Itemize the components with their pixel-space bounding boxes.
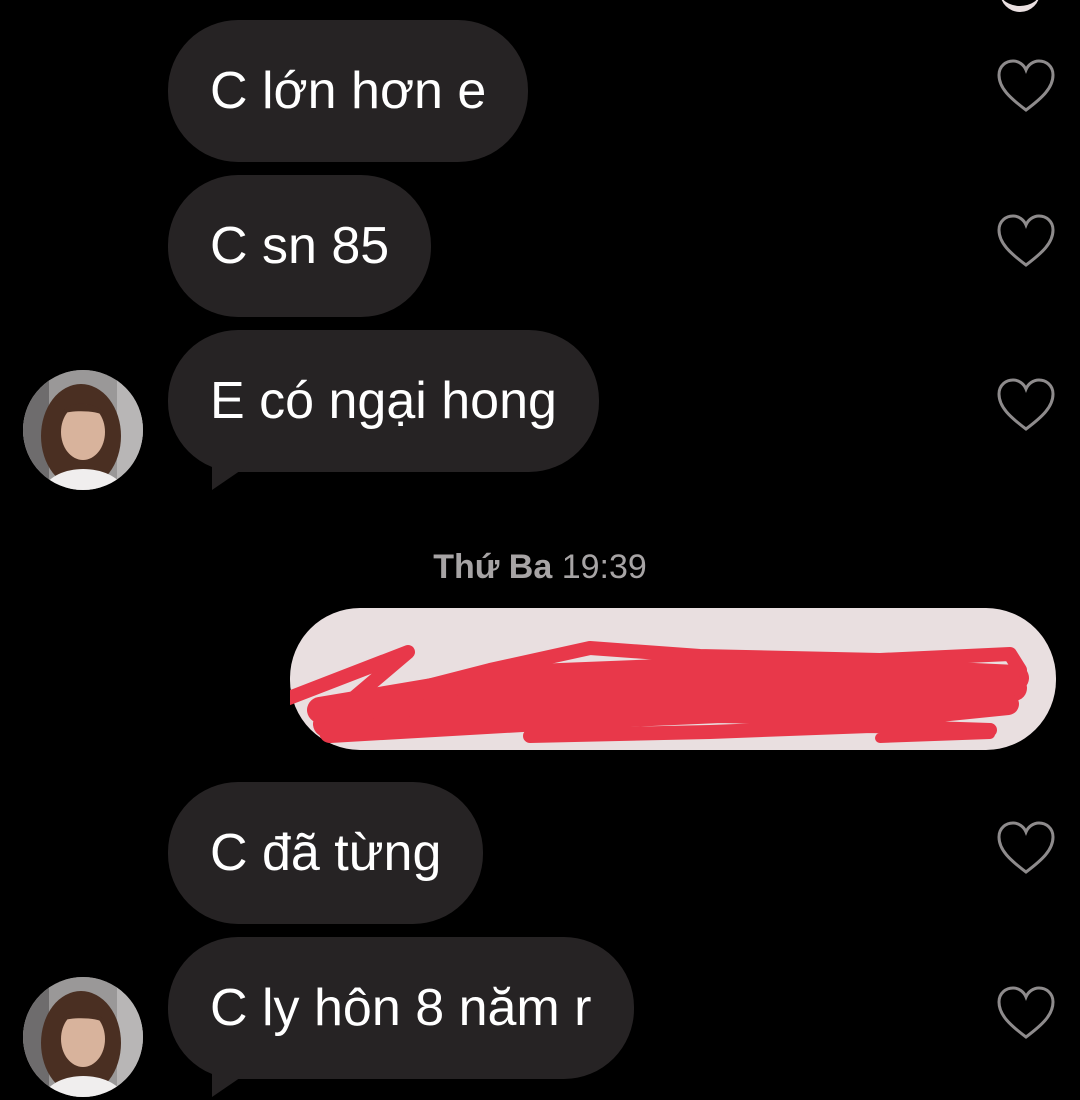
heart-outline-icon[interactable]: [996, 820, 1056, 876]
top-edge-fragment: [1000, 0, 1040, 12]
avatar-photo: [23, 977, 143, 1097]
chat-thread: C lớn hơn e C sn 85 E có ngại hong Thứ B…: [0, 0, 1080, 1100]
message-bubble-incoming[interactable]: E có ngại hong: [168, 330, 599, 490]
heart-outline-icon[interactable]: [996, 213, 1056, 269]
avatar-photo: [23, 370, 143, 490]
message-text: C ly hôn 8 năm r: [210, 979, 592, 1037]
heart-outline-icon[interactable]: [996, 377, 1056, 433]
redaction-scribble: [290, 641, 1029, 743]
heart-outline-icon[interactable]: [996, 58, 1056, 114]
message-bubble-outgoing[interactable]: [290, 608, 1056, 750]
message-bubble-incoming[interactable]: C lớn hơn e: [168, 20, 529, 162]
message-text: C đã từng: [210, 824, 442, 882]
timestamp-day: Thứ Ba: [433, 548, 553, 586]
timestamp-divider: Thứ Ba 19:39: [0, 548, 1080, 587]
avatar[interactable]: [23, 977, 143, 1097]
heart-outline-icon[interactable]: [996, 985, 1056, 1041]
message-bubble-incoming[interactable]: C ly hôn 8 năm r: [168, 937, 634, 1097]
message-text: E có ngại hong: [210, 372, 557, 430]
message-text: C sn 85: [210, 217, 390, 275]
message-bubble-incoming[interactable]: C đã từng: [168, 782, 484, 924]
message-text: C lớn hơn e: [210, 62, 487, 120]
message-bubble-incoming[interactable]: C sn 85: [168, 175, 432, 317]
timestamp-time: 19:39: [561, 548, 647, 586]
avatar[interactable]: [23, 370, 143, 490]
